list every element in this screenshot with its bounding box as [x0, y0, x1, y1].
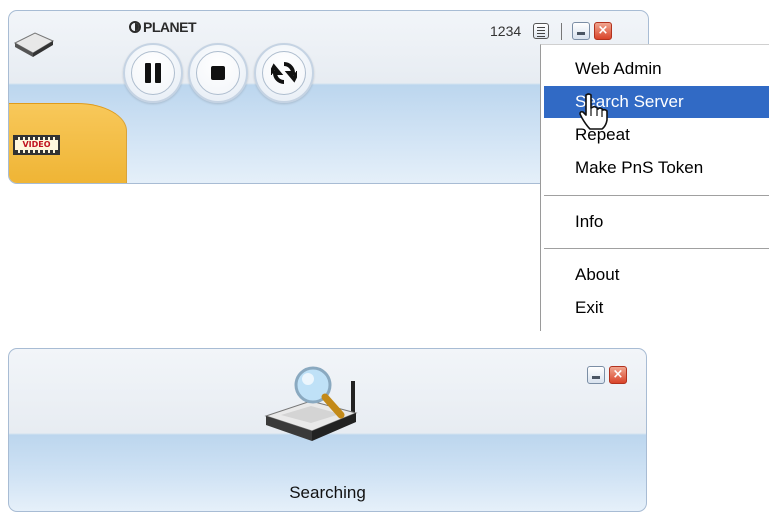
refresh-icon: [271, 62, 297, 84]
user-id: 1234: [490, 23, 522, 39]
search-window: × Searching: [8, 348, 647, 512]
close-button[interactable]: ×: [594, 22, 612, 40]
router-search-icon: [256, 361, 368, 455]
menu-separator: [544, 248, 769, 249]
video-tab[interactable]: VIDEO: [9, 103, 127, 183]
planet-logo: PLANET: [129, 19, 197, 35]
menu-item-exit[interactable]: Exit: [544, 292, 769, 324]
menu-item-label: Make PnS Token: [575, 158, 704, 177]
menu-list-button[interactable]: [533, 23, 549, 39]
menu-item-about[interactable]: About: [544, 259, 769, 291]
menu-item-make-pns-token[interactable]: Make PnS Token: [544, 152, 769, 184]
device-icon[interactable]: [11, 27, 57, 65]
menu-item-web-admin[interactable]: Web Admin: [544, 53, 769, 85]
stop-icon: [211, 66, 225, 80]
stop-button[interactable]: [188, 43, 248, 103]
search-status-text: Searching: [289, 483, 366, 502]
toolbar-separator: [561, 23, 562, 40]
video-film-icon: VIDEO: [13, 135, 60, 155]
minimize-button[interactable]: [572, 22, 590, 40]
menu-item-label: Info: [575, 212, 604, 231]
video-tab-label: VIDEO: [22, 140, 51, 149]
menu-item-label: About: [575, 265, 620, 284]
menu-item-info[interactable]: Info: [544, 206, 769, 238]
brand-name: PLANET: [143, 19, 197, 35]
planet-logo-mark: [129, 21, 141, 33]
menu-item-label: Exit: [575, 298, 604, 317]
hand-cursor-icon: [576, 92, 610, 136]
pause-button[interactable]: [123, 43, 183, 103]
pause-icon: [145, 63, 161, 83]
context-menu: Web Admin Search Server Repeat Make PnS …: [540, 44, 769, 331]
menu-separator: [544, 195, 769, 196]
close-button[interactable]: ×: [609, 366, 627, 384]
refresh-button[interactable]: [254, 43, 314, 103]
menu-item-label: Web Admin: [575, 59, 662, 78]
minimize-button[interactable]: [587, 366, 605, 384]
